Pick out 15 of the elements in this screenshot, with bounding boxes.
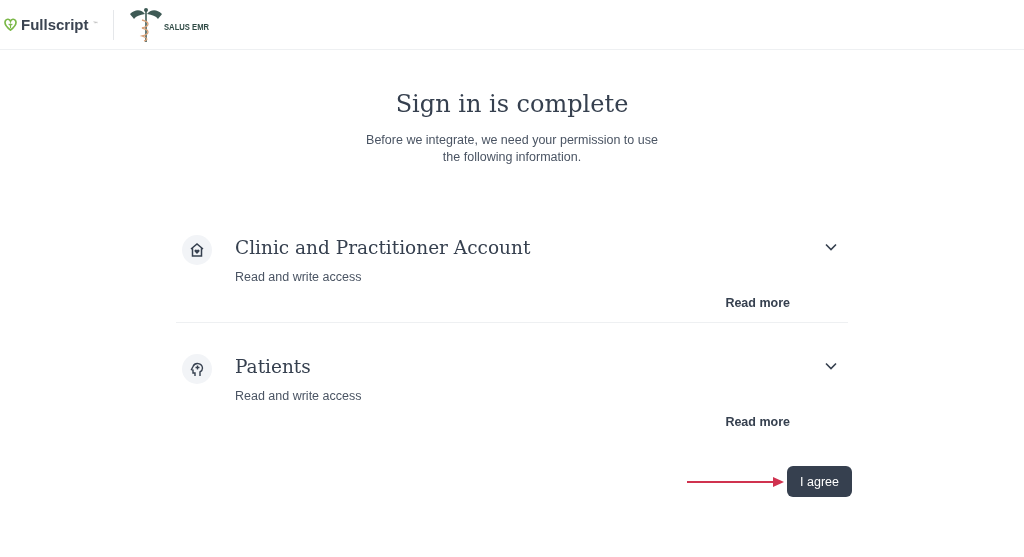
permission-title: Patients xyxy=(235,355,312,379)
brand-name: Fullscript xyxy=(21,16,89,33)
page-title: Sign in is complete xyxy=(395,90,629,120)
access-level: Read and write access xyxy=(235,270,363,284)
access-level: Read and write access xyxy=(235,389,363,403)
read-more-link[interactable]: Read more xyxy=(725,415,790,429)
house-heart-icon xyxy=(189,242,205,258)
head-plus-icon xyxy=(189,361,205,377)
partner-name: SALUS EMR xyxy=(163,21,209,32)
permission-description: Before we integrate, we need your permission to use the following information. xyxy=(365,132,659,166)
agree-button[interactable]: I agree xyxy=(787,466,852,497)
permission-title: Clinic and Practitioner Account xyxy=(235,236,532,260)
read-more-link[interactable]: Read more xyxy=(725,296,790,310)
leaf-heart-icon xyxy=(4,18,17,31)
caduceus-icon xyxy=(127,5,164,44)
